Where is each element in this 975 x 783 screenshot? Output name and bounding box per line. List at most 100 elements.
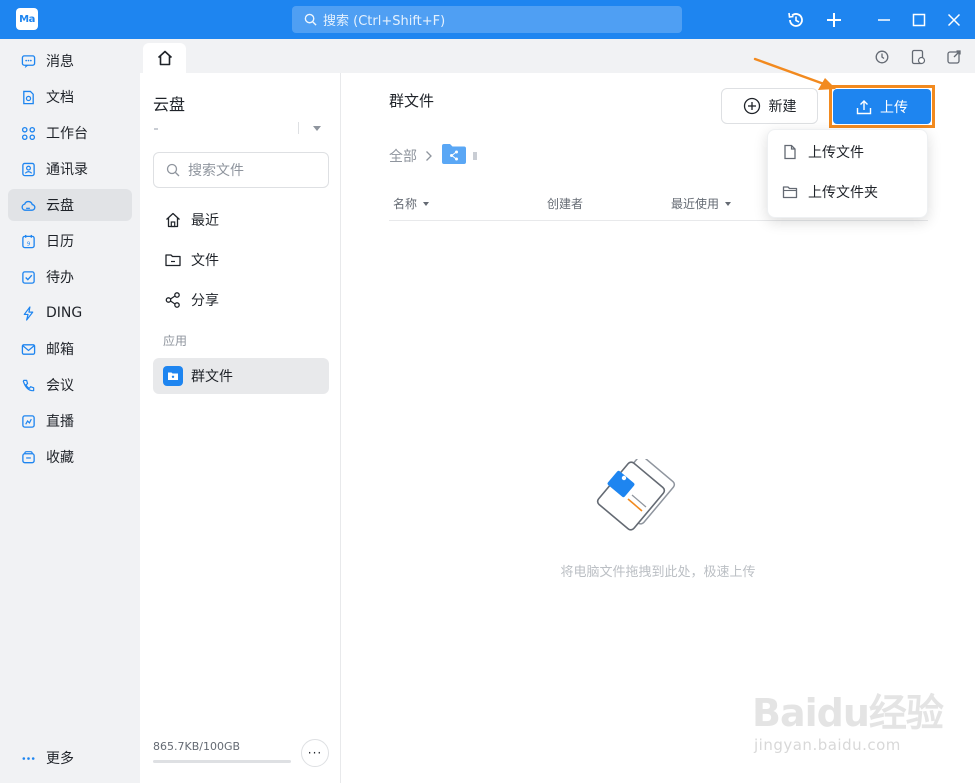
nav-label: 直播	[46, 414, 74, 430]
plus-circle-icon	[743, 97, 760, 115]
chevron-right-icon	[425, 150, 433, 162]
new-button-label: 新建	[768, 99, 797, 115]
meeting-icon	[20, 377, 36, 393]
nav-label: 会议	[46, 378, 74, 394]
cloud-icon	[20, 197, 36, 213]
chevron-down-icon	[313, 126, 321, 131]
mid-item-files[interactable]: 文件	[153, 242, 329, 278]
nav-label: 待办	[46, 270, 74, 286]
menu-item-label: 上传文件	[808, 145, 864, 161]
workspace-name-redacted	[154, 128, 158, 130]
nav-item-contacts[interactable]: 通讯录	[8, 153, 132, 185]
file-search-input[interactable]: 搜索文件	[153, 152, 329, 188]
search-icon	[166, 163, 180, 177]
nav-label: 收藏	[46, 450, 74, 466]
nav-item-cloud[interactable]: 云盘	[8, 189, 132, 221]
cloud-sidebar: 云盘 搜索文件 最近 文件 分享 应用 群文件 865.7KB/100GB ··…	[140, 73, 341, 783]
plus-icon[interactable]	[823, 9, 845, 31]
sort-caret-icon	[725, 201, 732, 206]
nav-item-favorites[interactable]: 收藏	[8, 441, 132, 473]
empty-upload-illustration	[596, 459, 676, 531]
upload-icon	[856, 99, 872, 114]
mail-icon	[20, 341, 36, 357]
breadcrumb: 全部	[389, 144, 477, 168]
workspace-selector[interactable]	[153, 119, 323, 139]
baidu-watermark: Baidu经验 jingyan.baidu.com	[752, 680, 972, 780]
watermark-site: jingyan.baidu.com	[754, 736, 901, 754]
file-icon	[782, 144, 798, 160]
nav-item-mail[interactable]: 邮箱	[8, 333, 132, 365]
minimize-icon[interactable]	[873, 9, 895, 31]
sync-icon[interactable]	[873, 48, 891, 66]
empty-drop-hint: 将电脑文件拖拽到此处，极速上传	[560, 565, 756, 580]
upload-button[interactable]: 上传	[833, 89, 931, 124]
workbench-icon	[20, 125, 36, 141]
transfer-icon[interactable]	[909, 48, 927, 66]
page-title: 群文件	[389, 92, 435, 110]
global-search-placeholder: 搜索 (Ctrl+Shift+F)	[323, 14, 446, 29]
nav-label: 邮箱	[46, 342, 74, 358]
close-icon[interactable]	[943, 9, 965, 31]
sort-caret-icon	[423, 201, 430, 206]
group-files-icon	[163, 366, 183, 386]
mid-item-group-files[interactable]: 群文件	[153, 358, 329, 394]
nav-label: 通讯录	[46, 162, 88, 178]
breadcrumb-root[interactable]: 全部	[389, 146, 417, 166]
tab-strip	[140, 39, 975, 73]
annotation-arrow	[753, 57, 836, 90]
section-apps-label: 应用	[163, 334, 188, 348]
menu-item-upload-folder[interactable]: 上传文件夹	[768, 172, 929, 212]
svg-text:9: 9	[26, 241, 30, 247]
history-icon[interactable]	[785, 9, 807, 31]
mid-item-share[interactable]: 分享	[153, 282, 329, 318]
todo-icon	[20, 269, 36, 285]
upload-button-label: 上传	[880, 99, 908, 116]
nav-label: 工作台	[46, 126, 88, 142]
live-icon	[20, 413, 36, 429]
tab-home[interactable]	[143, 43, 186, 73]
storage-more-button[interactable]: ···	[301, 739, 329, 767]
more-dots-icon	[20, 750, 36, 766]
column-last-used[interactable]: 最近使用	[671, 195, 732, 212]
share-icon	[163, 290, 183, 310]
home-icon	[157, 50, 172, 66]
column-name-label: 名称	[393, 197, 418, 211]
nav-label: DING	[46, 305, 83, 321]
nav-item-todo[interactable]: 待办	[8, 261, 132, 293]
column-name[interactable]: 名称	[393, 195, 430, 212]
file-search-placeholder: 搜索文件	[188, 163, 244, 179]
cloud-title: 云盘	[153, 95, 186, 114]
mid-item-recent[interactable]: 最近	[153, 202, 329, 238]
nav-label: 消息	[46, 54, 74, 70]
maximize-icon[interactable]	[908, 9, 930, 31]
favorite-icon	[20, 449, 36, 465]
title-bar: Ma 搜索 (Ctrl+Shift+F)	[0, 0, 975, 39]
nav-item-ding[interactable]: DING	[8, 297, 132, 329]
upload-dropdown-menu: 上传文件 上传文件夹	[767, 129, 928, 218]
mid-item-label: 文件	[191, 253, 219, 269]
column-creator-label: 创建者	[547, 197, 584, 211]
nav-item-live[interactable]: 直播	[8, 405, 132, 437]
mid-item-label: 分享	[191, 293, 219, 309]
mid-item-label: 最近	[191, 213, 219, 229]
nav-label: 更多	[46, 751, 74, 767]
storage-usage-bar	[153, 760, 291, 763]
nav-item-more[interactable]: 更多	[8, 742, 132, 774]
nav-item-calendar[interactable]: 9 日历	[8, 225, 132, 257]
folder-name-redacted	[473, 152, 477, 160]
global-search-input[interactable]: 搜索 (Ctrl+Shift+F)	[292, 6, 682, 33]
ding-icon	[20, 305, 36, 321]
message-icon	[20, 53, 36, 69]
nav-item-docs[interactable]: 文档	[8, 81, 132, 113]
nav-item-meeting[interactable]: 会议	[8, 369, 132, 401]
column-last-used-label: 最近使用	[671, 197, 720, 211]
app-logo: Ma	[16, 8, 38, 30]
nav-item-messages[interactable]: 消息	[8, 45, 132, 77]
share-out-icon[interactable]	[945, 48, 963, 66]
menu-item-upload-file[interactable]: 上传文件	[768, 132, 929, 172]
nav-item-workbench[interactable]: 工作台	[8, 117, 132, 149]
nav-label: 云盘	[46, 198, 74, 214]
search-icon	[304, 13, 317, 26]
shared-folder-icon[interactable]	[441, 143, 467, 169]
workspace-divider	[298, 122, 299, 134]
